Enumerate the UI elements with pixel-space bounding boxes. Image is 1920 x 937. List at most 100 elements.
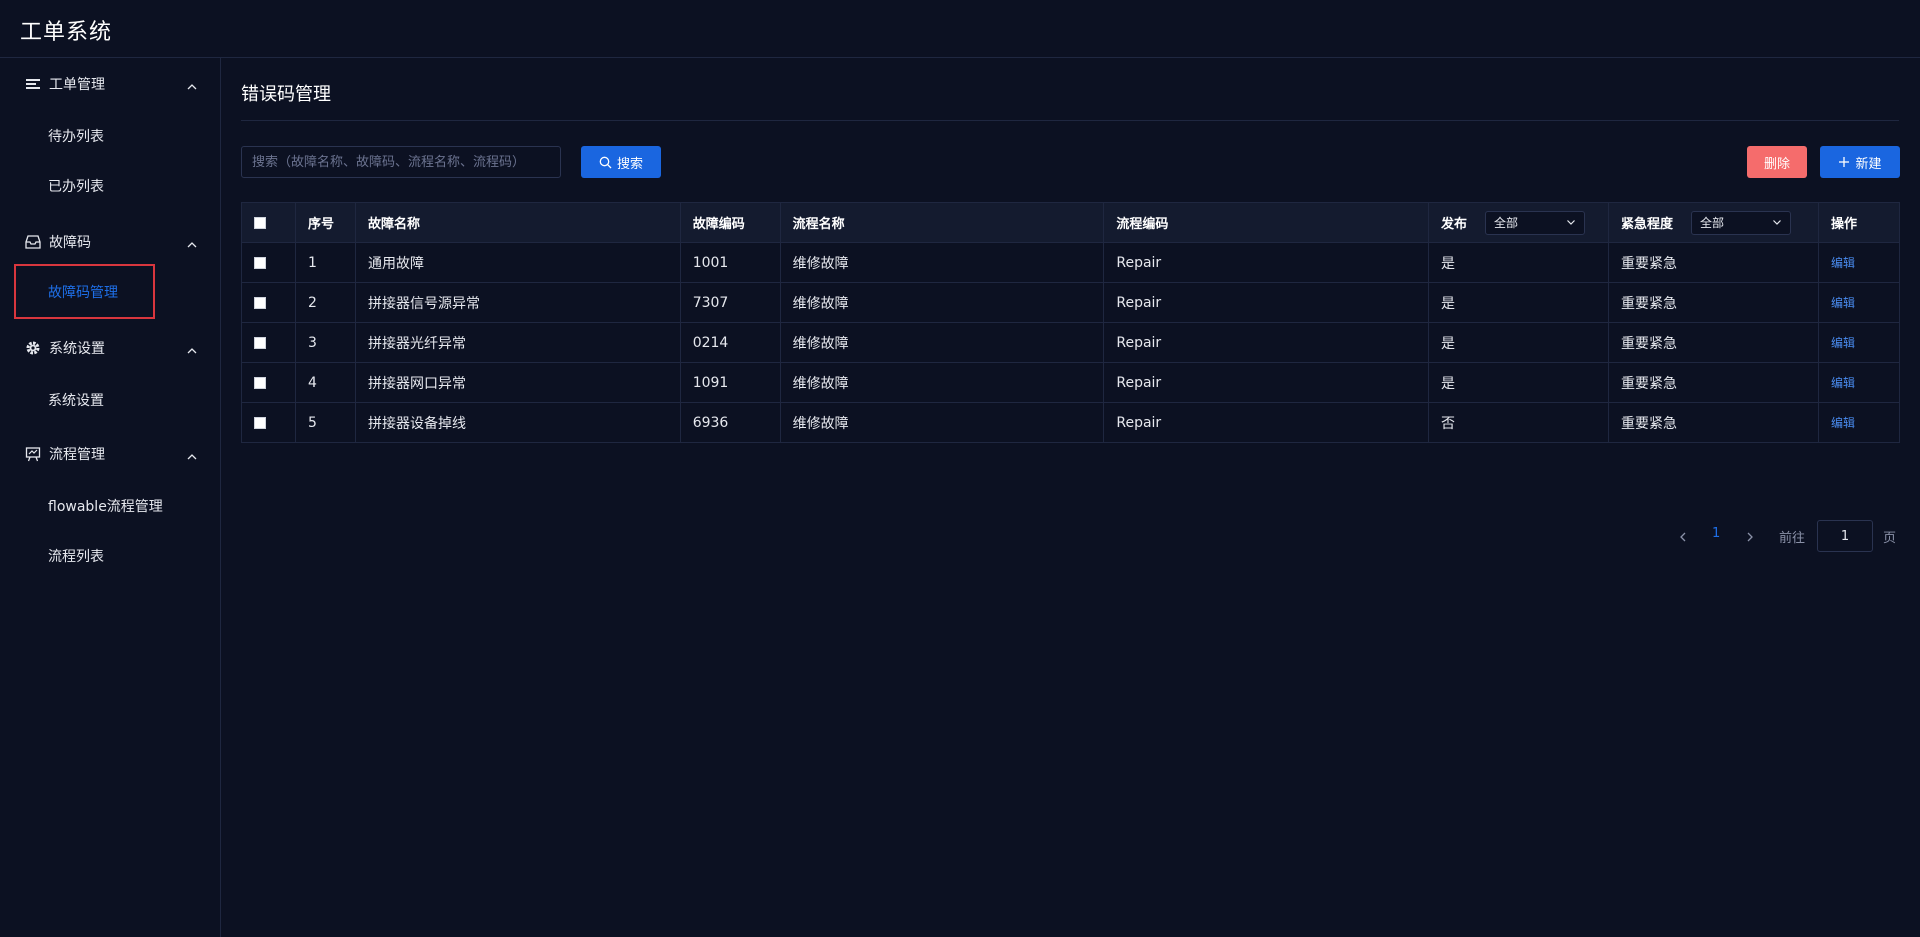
- sidebar-item-label: 流程列表: [48, 549, 104, 565]
- row-select-cell: [241, 242, 296, 283]
- row-select-cell: [241, 322, 296, 363]
- search-input[interactable]: [241, 146, 561, 178]
- column-header-fault-code: 故障编码: [679, 202, 781, 243]
- sidebar-item-label: 故障码管理: [48, 285, 118, 301]
- cell-index: 3: [294, 322, 356, 363]
- page-title: 错误码管理: [241, 84, 331, 105]
- header-select-all: [241, 202, 296, 243]
- page-suffix-label: 页: [1883, 531, 1897, 546]
- row-checkbox[interactable]: [254, 336, 266, 349]
- column-header-flow-code: 流程编码: [1103, 202, 1430, 243]
- row-checkbox[interactable]: [254, 416, 266, 429]
- sidebar-item-settings[interactable]: 系统设置: [0, 380, 220, 420]
- cell-publish: 是: [1428, 322, 1610, 363]
- delete-button-label: 删除: [1763, 156, 1790, 172]
- search-button[interactable]: 搜索: [581, 146, 661, 178]
- cell-flow-code: Repair: [1103, 362, 1430, 403]
- cell-flow-name: 维修故障: [779, 402, 1105, 443]
- edit-link[interactable]: 编辑: [1831, 336, 1855, 350]
- edit-link[interactable]: 编辑: [1831, 296, 1855, 310]
- column-header-urgency: 紧急程度 全部: [1608, 202, 1819, 243]
- column-header-fault-name: 故障名称: [354, 202, 681, 243]
- pagination: 1 前往 页: [221, 520, 1920, 552]
- cell-publish: 是: [1428, 242, 1610, 283]
- sidebar-group-label: 系统设置: [49, 341, 105, 357]
- row-select-cell: [241, 282, 296, 323]
- table-row: 5 拼接器设备掉线 6936 维修故障 Repair 否 重要紧急 编辑: [241, 402, 1901, 443]
- column-header-index: 序号: [294, 202, 356, 243]
- app-header: 工单系统: [0, 0, 1920, 58]
- gear-icon: [24, 339, 42, 357]
- search-button-label: 搜索: [616, 156, 643, 172]
- cell-action: 编辑: [1817, 242, 1901, 283]
- chevron-right-icon[interactable]: [1743, 529, 1757, 543]
- sidebar-item-done[interactable]: 已办列表: [0, 166, 220, 206]
- cell-publish: 否: [1428, 402, 1610, 443]
- sidebar-group-workorder[interactable]: 工单管理: [0, 64, 220, 104]
- cell-flow-code: Repair: [1103, 322, 1430, 363]
- delete-button[interactable]: 删除: [1747, 146, 1807, 178]
- cell-fault-name: 拼接器网口异常: [354, 362, 681, 403]
- sidebar-item-faultcode-management[interactable]: 故障码管理: [0, 272, 220, 312]
- new-button[interactable]: 新建: [1820, 146, 1900, 178]
- sidebar-item-label: 待办列表: [48, 129, 104, 145]
- sidebar-item-label: flowable流程管理: [48, 499, 163, 515]
- table-row: 1 通用故障 1001 维修故障 Repair 是 重要紧急 编辑: [241, 242, 1901, 283]
- sidebar-item-label: 系统设置: [48, 393, 104, 409]
- sidebar-item-todo[interactable]: 待办列表: [0, 116, 220, 156]
- select-all-checkbox[interactable]: [254, 216, 266, 229]
- urgency-header-label: 紧急程度: [1621, 217, 1674, 232]
- edit-link[interactable]: 编辑: [1831, 256, 1855, 270]
- fault-code-table: 序号 故障名称 故障编码 流程名称 流程编码 发布 全部 紧急程度 全部 操作 …: [241, 202, 1901, 443]
- cell-fault-code: 1091: [679, 362, 781, 403]
- cell-urgency: 重要紧急: [1608, 402, 1819, 443]
- publish-filter-select[interactable]: 全部: [1485, 210, 1586, 235]
- chevron-up-icon: [186, 236, 198, 248]
- cell-flow-name: 维修故障: [779, 282, 1105, 323]
- row-checkbox[interactable]: [254, 256, 266, 269]
- chevron-down-icon: [1566, 216, 1576, 230]
- new-button-label: 新建: [1855, 156, 1882, 172]
- cell-fault-name: 拼接器设备掉线: [354, 402, 681, 443]
- cell-action: 编辑: [1817, 402, 1901, 443]
- sidebar-group-faultcode[interactable]: 故障码: [0, 222, 220, 262]
- cell-publish: 是: [1428, 282, 1610, 323]
- app-title: 工单系统: [20, 20, 113, 45]
- cell-action: 编辑: [1817, 322, 1901, 363]
- table-row: 3 拼接器光纤异常 0214 维修故障 Repair 是 重要紧急 编辑: [241, 322, 1901, 363]
- column-header-publish: 发布 全部: [1428, 202, 1610, 243]
- chevron-left-icon[interactable]: [1676, 529, 1690, 543]
- row-select-cell: [241, 362, 296, 403]
- sidebar-group-label: 流程管理: [49, 447, 105, 463]
- edit-link[interactable]: 编辑: [1831, 376, 1855, 390]
- cell-action: 编辑: [1817, 362, 1901, 403]
- sidebar-group-flow[interactable]: 流程管理: [0, 434, 220, 474]
- cell-fault-code: 1001: [679, 242, 781, 283]
- cell-index: 5: [294, 402, 356, 443]
- chevron-up-icon: [186, 342, 198, 354]
- sidebar-group-label: 工单管理: [49, 77, 105, 93]
- sidebar-item-label: 已办列表: [48, 179, 104, 195]
- row-select-cell: [241, 402, 296, 443]
- row-checkbox[interactable]: [254, 376, 266, 389]
- sidebar-group-label: 故障码: [49, 235, 91, 251]
- goto-label: 前往: [1779, 531, 1806, 546]
- flow-board-icon: [24, 445, 42, 463]
- edit-link[interactable]: 编辑: [1831, 416, 1855, 430]
- row-checkbox[interactable]: [254, 296, 266, 309]
- inbox-icon: [24, 233, 42, 251]
- sidebar-item-flowable[interactable]: flowable流程管理: [0, 486, 220, 526]
- cell-index: 4: [294, 362, 356, 403]
- goto-page-input[interactable]: [1817, 520, 1873, 552]
- cell-publish: 是: [1428, 362, 1610, 403]
- list-icon: [24, 75, 42, 93]
- publish-filter-value: 全部: [1494, 216, 1519, 230]
- sidebar: 工单管理 待办列表 已办列表 故障码 故障码管理 系统设置 系统设置 流程管理 …: [0, 58, 221, 937]
- sidebar-item-flow-list[interactable]: 流程列表: [0, 536, 220, 576]
- page-number-current[interactable]: 1: [1712, 526, 1720, 541]
- table-row: 4 拼接器网口异常 1091 维修故障 Repair 是 重要紧急 编辑: [241, 362, 1901, 403]
- cell-fault-code: 6936: [679, 402, 781, 443]
- cell-flow-name: 维修故障: [779, 242, 1105, 283]
- urgency-filter-select[interactable]: 全部: [1691, 210, 1792, 235]
- sidebar-group-settings[interactable]: 系统设置: [0, 328, 220, 368]
